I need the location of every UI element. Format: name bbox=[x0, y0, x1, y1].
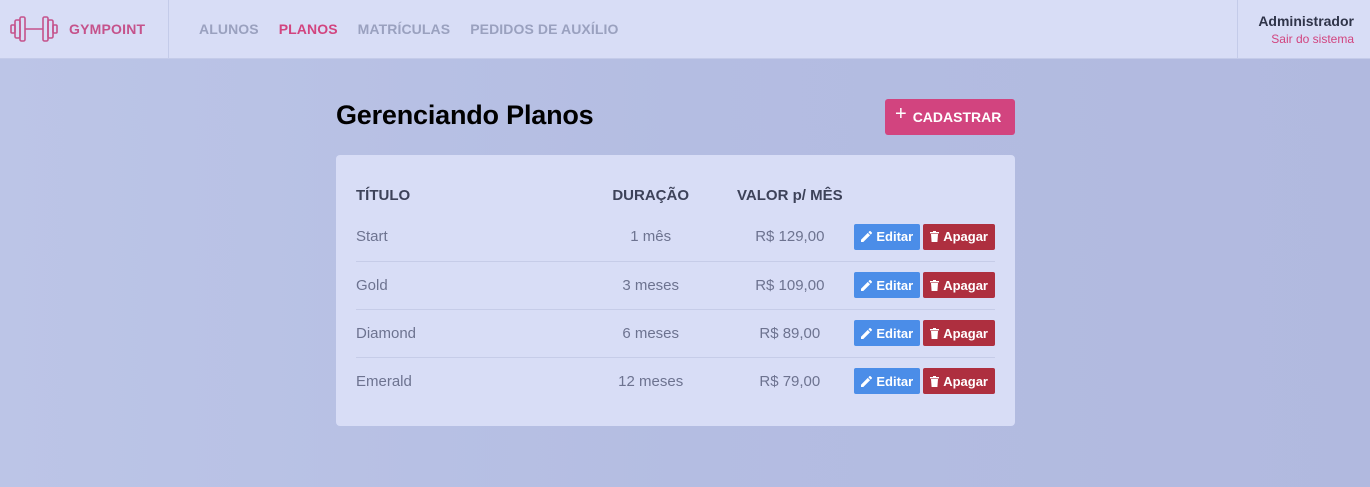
delete-button[interactable]: Apagar bbox=[923, 223, 995, 250]
row-actions: Editar Apagar bbox=[854, 356, 995, 405]
plan-duration: 3 meses bbox=[576, 260, 726, 309]
delete-label: Apagar bbox=[943, 229, 988, 245]
plus-icon: + bbox=[895, 103, 907, 125]
header-duration: DURAÇÃO bbox=[612, 186, 690, 204]
plan-price: R$ 109,00 bbox=[725, 260, 855, 309]
plan-duration: 6 meses bbox=[576, 308, 726, 357]
nav-item-alunos[interactable]: ALUNOS bbox=[199, 21, 259, 37]
edit-label: Editar bbox=[876, 229, 914, 245]
plan-title: Emerald bbox=[356, 356, 577, 405]
delete-label: Apagar bbox=[943, 373, 988, 389]
dumbbell-icon bbox=[10, 16, 58, 42]
top-header: GYMPOINT ALUNOS PLANOS MATRÍCULAS PEDIDO… bbox=[0, 0, 1370, 59]
plan-price: R$ 79,00 bbox=[725, 356, 855, 405]
table-row: Start 1 mês R$ 129,00 Editar Apagar bbox=[356, 213, 995, 261]
plan-title: Gold bbox=[356, 260, 577, 309]
main-content: Gerenciando Planos + CADASTRAR TÍTULO DU… bbox=[336, 99, 1015, 426]
edit-button[interactable]: Editar bbox=[854, 272, 921, 298]
pencil-icon bbox=[861, 327, 873, 339]
brand-name: GYMPOINT bbox=[69, 21, 146, 37]
page-header: Gerenciando Planos + CADASTRAR bbox=[336, 99, 1015, 135]
plans-card: TÍTULO DURAÇÃO VALOR p/ MÊS Start 1 mês … bbox=[336, 155, 1015, 426]
delete-label: Apagar bbox=[943, 325, 988, 341]
nav-item-planos[interactable]: PLANOS bbox=[279, 21, 338, 37]
add-plan-label: CADASTRAR bbox=[912, 109, 1002, 125]
edit-label: Editar bbox=[876, 277, 914, 293]
edit-label: Editar bbox=[876, 373, 914, 389]
header-actions bbox=[854, 175, 995, 213]
header-title: TÍTULO bbox=[356, 186, 411, 204]
trash-icon bbox=[930, 375, 940, 387]
row-actions: Editar Apagar bbox=[854, 213, 995, 261]
trash-icon bbox=[930, 231, 940, 243]
trash-icon bbox=[930, 327, 940, 339]
plans-table: TÍTULO DURAÇÃO VALOR p/ MÊS Start 1 mês … bbox=[356, 175, 995, 405]
row-actions: Editar Apagar bbox=[854, 260, 995, 309]
brand[interactable]: GYMPOINT bbox=[0, 0, 169, 59]
table-row: Diamond 6 meses R$ 89,00 Editar Apagar bbox=[356, 308, 995, 357]
edit-button[interactable]: Editar bbox=[854, 320, 921, 346]
plan-price: R$ 89,00 bbox=[725, 308, 855, 357]
table-row: Emerald 12 meses R$ 79,00 Editar Apagar bbox=[356, 356, 995, 405]
pencil-icon bbox=[861, 279, 873, 291]
table-header-row: TÍTULO DURAÇÃO VALOR p/ MÊS bbox=[356, 175, 995, 213]
pencil-icon bbox=[861, 231, 873, 243]
plan-duration: 12 meses bbox=[576, 356, 726, 405]
page-title: Gerenciando Planos bbox=[336, 99, 594, 130]
row-actions: Editar Apagar bbox=[854, 308, 995, 357]
plan-title: Start bbox=[356, 228, 388, 246]
plan-title: Diamond bbox=[356, 308, 577, 357]
delete-button[interactable]: Apagar bbox=[923, 320, 995, 346]
table-row: Gold 3 meses R$ 109,00 Editar Apagar bbox=[356, 260, 995, 309]
main-nav: ALUNOS PLANOS MATRÍCULAS PEDIDOS DE AUXÍ… bbox=[199, 21, 639, 37]
edit-button[interactable]: Editar bbox=[854, 223, 921, 250]
trash-icon bbox=[930, 279, 940, 291]
edit-button[interactable]: Editar bbox=[854, 368, 921, 395]
plan-price: R$ 129,00 bbox=[755, 228, 825, 246]
delete-label: Apagar bbox=[943, 277, 988, 293]
nav-item-matriculas[interactable]: MATRÍCULAS bbox=[358, 21, 451, 37]
plan-duration: 1 mês bbox=[630, 228, 672, 246]
user-name: Administrador bbox=[1258, 13, 1354, 29]
add-plan-button[interactable]: + CADASTRAR bbox=[885, 99, 1015, 135]
header-price: VALOR p/ MÊS bbox=[737, 186, 843, 204]
delete-button[interactable]: Apagar bbox=[923, 368, 995, 395]
pencil-icon bbox=[861, 375, 873, 387]
delete-button[interactable]: Apagar bbox=[923, 272, 995, 298]
user-profile: Administrador Sair do sistema bbox=[1237, 0, 1354, 59]
logout-link[interactable]: Sair do sistema bbox=[1271, 32, 1354, 46]
edit-label: Editar bbox=[876, 325, 914, 341]
nav-item-pedidos-de-auxilio[interactable]: PEDIDOS DE AUXÍLIO bbox=[470, 21, 618, 37]
